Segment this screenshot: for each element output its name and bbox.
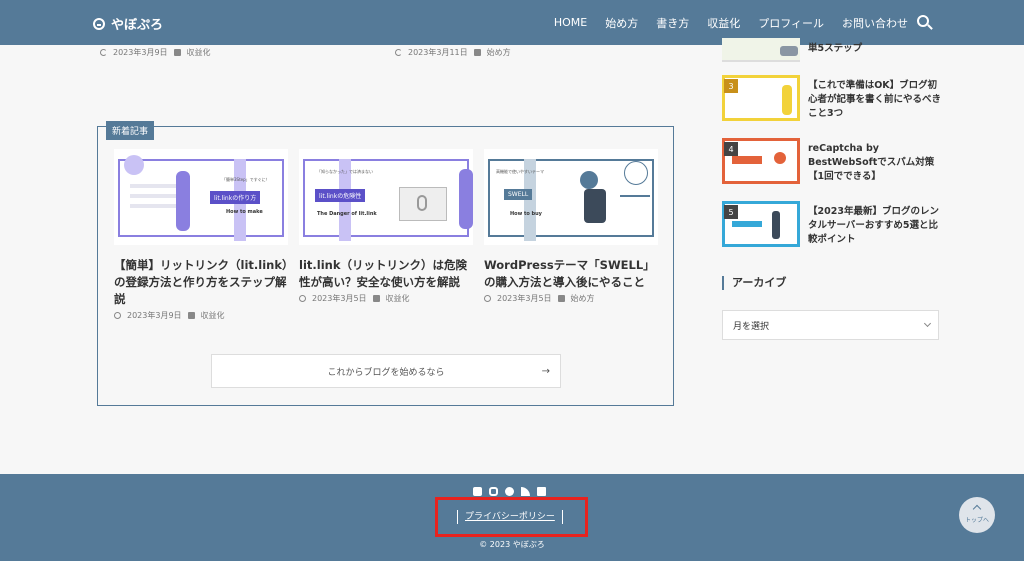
post-card[interactable]: 「簡単3Step」ですぐに！ lit.linkの作り方 How to make … [114,149,288,321]
post-meta: 2023年3月9日 収益化 [114,310,288,321]
thumb-caption: 「知らなかった」では済まない [317,169,373,174]
ranking-item[interactable]: 5 【2023年最新】ブログのレンタルサーバーおすすめ5選と比較ポイント [722,201,942,247]
nav-profile[interactable]: プロフィール [758,15,824,31]
post-thumbnail[interactable]: 高機能で使いやすいテーマ SWELL How to buy [484,149,658,245]
rank-number: 3 [724,79,738,93]
post-title[interactable]: WordPressテーマ「SWELL」の購入方法と導入後にやること [484,257,658,291]
mail-icon[interactable] [537,487,546,496]
nav-getting-started[interactable]: 始め方 [605,15,638,31]
post-category[interactable]: 収益化 [201,310,225,321]
logo-text: やぼぷろ [111,18,164,33]
copyright: © 2023 やぼぷろ [479,540,545,549]
archive-select-value: 月を選択 [733,321,770,332]
privacy-policy-link[interactable]: プライバシーポリシー [457,510,563,524]
post-date: 2023年3月5日 [312,294,367,303]
thumb-caption: 高機能で使いやすいテーマ [496,169,544,174]
post-meta: 2023年3月11日 始め方 [395,47,511,58]
clock-icon [114,312,121,319]
chevron-up-icon [972,504,982,514]
ranking-title[interactable]: reCaptcha by BestWebSoftでスパム対策【1回でできる】 [808,138,942,184]
search-icon[interactable] [917,15,929,27]
thumb-subtitle: The Danger of lit.link [317,211,377,217]
nav-writing[interactable]: 書き方 [656,15,689,31]
site-logo[interactable]: やぼぷろ [93,14,163,33]
post-thumbnail[interactable]: 「簡単3Step」ですぐに！ lit.linkの作り方 How to make [114,149,288,245]
nav-monetize[interactable]: 収益化 [707,15,740,31]
post-category[interactable]: 収益化 [386,293,410,304]
arrow-right-icon: → [541,365,550,377]
folder-icon [372,295,380,302]
archive-month-select[interactable]: 月を選択 [722,310,939,340]
folder-icon [473,49,481,56]
logo-face-icon [93,17,105,30]
pinterest-icon[interactable] [505,487,514,496]
ranking-thumbnail[interactable]: 3 [722,75,800,121]
post-date: 2023年3月9日 [127,311,182,320]
twitter-icon[interactable] [473,487,482,496]
ranking-thumbnail[interactable]: 4 [722,138,800,184]
start-blog-button[interactable]: これからブログを始めるなら → [211,354,561,388]
post-category[interactable]: 始め方 [487,47,511,58]
ranking-title[interactable]: 【これで準備はOK】ブログ初心者が記事を書く前にやるべきこと3つ [808,75,942,121]
post-card[interactable]: 高機能で使いやすいテーマ SWELL How to buy WordPressテ… [484,149,658,304]
archive-heading: アーカイブ [722,276,786,290]
thumb-tag: lit.linkの作り方 [210,191,261,204]
back-to-top-button[interactable]: トップへ [959,497,995,533]
folder-icon [187,312,195,319]
post-title[interactable]: 【簡単】リットリンク（lit.link）の登録方法と作り方をステップ解説 [114,257,288,308]
updated-icon [100,49,107,56]
new-posts-label: 新着記事 [106,121,155,140]
post-meta: 2023年3月9日 収益化 [100,47,211,58]
cta-label: これからブログを始めるなら [327,367,445,378]
nav-home[interactable]: HOME [554,16,587,29]
thumb-tag: SWELL [504,189,533,200]
post-category[interactable]: 収益化 [187,47,211,58]
post-category[interactable]: 始め方 [571,293,595,304]
instagram-icon[interactable] [489,487,498,496]
post-title[interactable]: lit.link（リットリンク）は危険性が高い？安全な使い方を解説 [299,257,473,291]
nav-contact[interactable]: お問い合わせ [842,15,908,31]
post-date: 2023年3月11日 [408,48,468,57]
post-card[interactable]: 「知らなかった」では済まない lit.linkの危険性 The Danger o… [299,149,473,304]
ranking-thumbnail[interactable]: 5 [722,201,800,247]
thumb-subtitle: How to buy [510,211,542,217]
clock-icon [484,295,491,302]
ranking-title[interactable]: 【2023年最新】ブログのレンタルサーバーおすすめ5選と比較ポイント [808,201,942,247]
site-footer: プライバシーポリシー © 2023 やぼぷろ [0,474,1024,561]
thumb-caption: 「簡単3Step」ですぐに！ [222,177,270,182]
folder-icon [173,49,181,56]
post-meta: 2023年3月5日 収益化 [299,293,473,304]
new-posts-section: 新着記事 「簡単3Step」ですぐに！ lit.linkの作り方 How to … [97,121,674,406]
thumb-subtitle: How to make [226,209,263,215]
thumb-tag: lit.linkの危険性 [315,189,366,202]
back-to-top-label: トップへ [964,517,989,524]
rss-icon[interactable] [521,487,530,496]
post-date: 2023年3月5日 [497,294,552,303]
updated-icon [395,49,402,56]
post-date: 2023年3月9日 [113,48,168,57]
chevron-down-icon [923,319,932,328]
post-meta: 2023年3月5日 始め方 [484,293,658,304]
rank-number: 5 [724,205,738,219]
ranking-thumbnail[interactable] [722,38,800,62]
ranking-item[interactable]: 3 【これで準備はOK】ブログ初心者が記事を書く前にやるべきこと3つ [722,75,942,121]
ranking-item[interactable]: 4 reCaptcha by BestWebSoftでスパム対策【1回でできる】 [722,138,942,184]
social-links [473,487,546,496]
ranking-item[interactable]: 単5ステップ [722,38,942,62]
post-thumbnail[interactable]: 「知らなかった」では済まない lit.linkの危険性 The Danger o… [299,149,473,245]
ranking-title[interactable]: 単5ステップ [808,38,862,62]
folder-icon [557,295,565,302]
rank-number: 4 [724,142,738,156]
clock-icon [299,295,306,302]
